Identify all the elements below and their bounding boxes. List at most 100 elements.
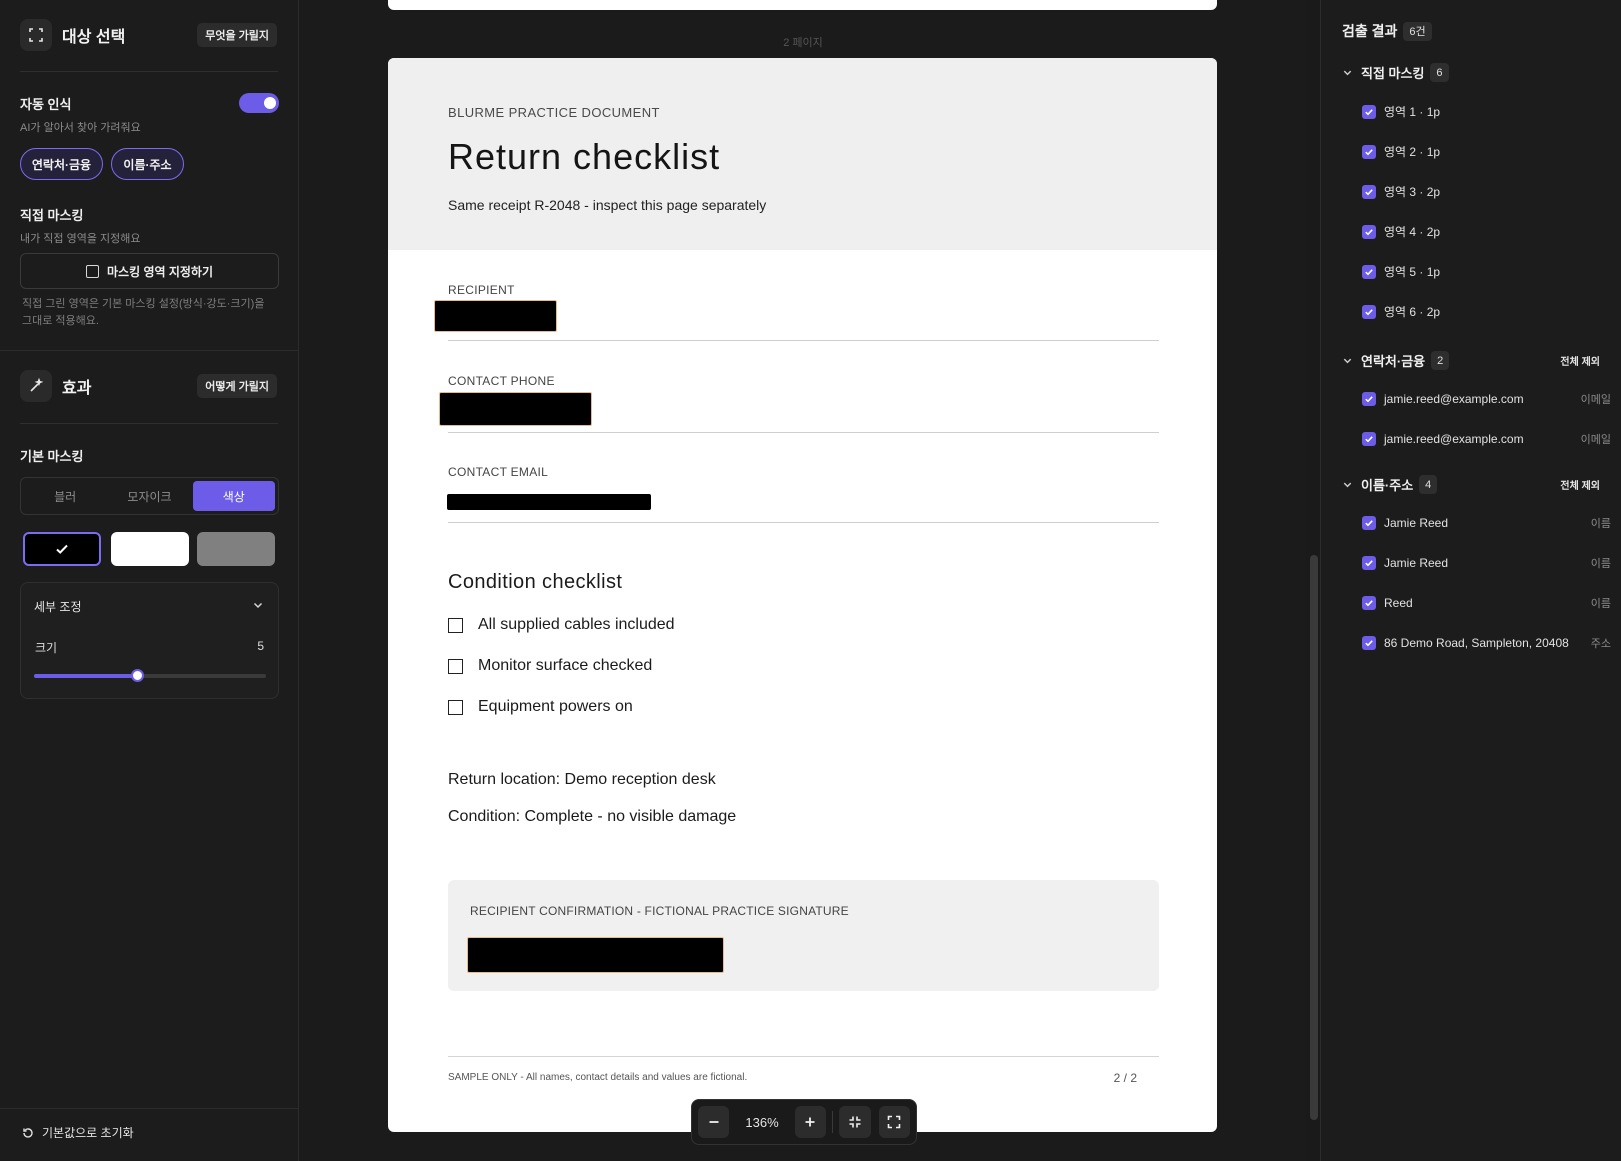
basic-masking-label: 기본 마스킹 <box>20 449 84 464</box>
zoom-in-button[interactable] <box>794 1106 827 1138</box>
checkbox-checked-icon[interactable] <box>1362 636 1376 650</box>
masking-mode-selector: 블러 모자이크 색상 <box>20 477 279 515</box>
chevron-down-icon <box>1343 482 1352 488</box>
group-title: 이름·주소 <box>1361 478 1414 493</box>
checkbox-checked-icon[interactable] <box>1362 224 1376 239</box>
contact-phone-label: CONTACT PHONE <box>448 374 555 388</box>
group-title: 직접 마스킹 <box>1361 66 1425 81</box>
chevron-down-icon <box>1343 70 1352 76</box>
result-item-type: 이름 <box>1590 598 1611 610</box>
set-mask-area-button[interactable]: 마스킹 영역 지정하기 <box>20 253 279 289</box>
checkbox-checked-icon[interactable] <box>1362 264 1376 279</box>
checkbox-checked-icon[interactable] <box>1362 392 1376 406</box>
color-swatch-white[interactable] <box>111 532 189 566</box>
mode-mosaic-tab[interactable]: 모자이크 <box>108 481 190 511</box>
checkbox-icon <box>448 658 463 674</box>
result-item[interactable]: 86 Demo Road, Sampleton, 20408 주소 <box>1362 635 1611 651</box>
signature-caption: RECIPIENT CONFIRMATION - FICTIONAL PRACT… <box>470 904 849 918</box>
group-contact-finance[interactable]: 연락처·금융 2 <box>1342 351 1450 370</box>
result-item[interactable]: Jamie Reed 이름 <box>1362 515 1611 531</box>
checkbox-checked-icon[interactable] <box>1362 304 1376 319</box>
result-item-text: 86 Demo Road, Sampleton, 20408 <box>1384 636 1569 650</box>
redaction-box-phone[interactable] <box>439 392 592 426</box>
target-section-title: 대상 선택 <box>62 29 126 46</box>
checkbox-checked-icon[interactable] <box>1362 596 1376 610</box>
viewer-scrollbar[interactable] <box>1310 555 1318 1120</box>
result-item[interactable]: 영역 4 · 2p <box>1362 223 1611 240</box>
reset-icon <box>23 1127 33 1138</box>
checkbox-checked-icon[interactable] <box>1362 556 1376 570</box>
effect-section-header: 효과 <box>20 370 91 402</box>
checkbox-checked-icon[interactable] <box>1362 432 1376 446</box>
collapse-icon <box>849 1116 861 1128</box>
size-value: 5 <box>257 639 264 653</box>
result-item[interactable]: 영역 2 · 1p <box>1362 143 1611 160</box>
zoom-out-button[interactable] <box>698 1106 730 1138</box>
result-item-type: 이메일 <box>1580 394 1611 406</box>
checklist-item: All supplied cables included <box>448 616 675 634</box>
group-manual-masking[interactable]: 직접 마스킹 6 <box>1342 63 1449 82</box>
size-label: 크기 <box>35 641 58 655</box>
document-page: BLURME PRACTICE DOCUMENT Return checklis… <box>388 58 1217 1132</box>
group-name-address[interactable]: 이름·주소 4 <box>1342 475 1438 494</box>
result-item-type: 이름 <box>1590 518 1611 530</box>
page-number-label: 2 페이지 <box>783 37 823 49</box>
pill-contact-finance[interactable]: 연락처·금융 <box>20 148 103 180</box>
fit-page-button[interactable] <box>839 1106 871 1138</box>
auto-detect-toggle[interactable] <box>239 93 279 113</box>
minus-icon <box>709 1121 719 1123</box>
chevron-down-icon[interactable] <box>252 598 264 616</box>
size-slider-handle[interactable] <box>131 669 145 682</box>
field-line <box>448 522 1159 523</box>
fullscreen-button[interactable] <box>878 1106 911 1138</box>
divider <box>20 71 278 72</box>
checkbox-checked-icon[interactable] <box>1362 184 1376 199</box>
results-title: 검출 결과 <box>1342 23 1398 39</box>
result-item-type: 주소 <box>1590 638 1611 650</box>
checklist-item-text: Equipment powers on <box>478 698 633 715</box>
color-swatch-gray[interactable] <box>197 532 275 566</box>
signature-box: RECIPIENT CONFIRMATION - FICTIONAL PRACT… <box>448 880 1159 991</box>
set-mask-area-label: 마스킹 영역 지정하기 <box>106 264 214 279</box>
checkbox-checked-icon[interactable] <box>1362 104 1376 119</box>
result-item[interactable]: jamie.reed@example.com 이메일 <box>1362 391 1611 407</box>
result-item[interactable]: 영역 3 · 2p <box>1362 183 1611 200</box>
checkbox-checked-icon[interactable] <box>1362 516 1376 530</box>
document-header: BLURME PRACTICE DOCUMENT Return checklis… <box>388 58 1217 250</box>
result-item-text: 영역 6 · 2p <box>1384 305 1441 319</box>
redaction-box-signature[interactable] <box>467 937 724 973</box>
result-item[interactable]: Reed 이름 <box>1362 595 1611 611</box>
result-item[interactable]: Jamie Reed 이름 <box>1362 555 1611 571</box>
color-swatch-black[interactable] <box>23 532 101 566</box>
result-item[interactable]: 영역 5 · 1p <box>1362 263 1611 280</box>
result-item[interactable]: 영역 6 · 2p <box>1362 303 1611 320</box>
pill-name-address[interactable]: 이름·주소 <box>111 148 184 180</box>
redaction-box-email[interactable] <box>447 494 651 510</box>
size-slider[interactable] <box>34 669 266 682</box>
result-item[interactable]: 영역 1 · 1p <box>1362 103 1611 120</box>
redaction-box-recipient[interactable] <box>434 300 557 332</box>
reset-defaults-label: 기본값으로 초기화 <box>42 1126 134 1140</box>
checklist-item: Monitor surface checked <box>448 657 652 675</box>
settings-panel: 대상 선택 무엇을 가릴지 자동 인식 AI가 알아서 찾아 가려줘요 연락처·… <box>0 0 299 1161</box>
result-item-text: Reed <box>1384 596 1413 610</box>
exclude-all-button[interactable]: 전체 제외 <box>1560 353 1600 368</box>
mode-blur-tab[interactable]: 블러 <box>24 481 106 511</box>
result-item-text: Jamie Reed <box>1384 516 1449 530</box>
results-count-badge: 6건 <box>1403 21 1432 41</box>
document-viewer: 2 페이지 BLURME PRACTICE DOCUMENT Return ch… <box>300 0 1306 1161</box>
result-item[interactable]: jamie.reed@example.com 이메일 <box>1362 431 1611 447</box>
divider <box>0 1108 299 1109</box>
result-item-text: 영역 1 · 1p <box>1384 105 1441 119</box>
mode-color-tab[interactable]: 색상 <box>192 481 275 511</box>
size-slider-fill <box>34 674 138 678</box>
reset-defaults-button[interactable]: 기본값으로 초기화 <box>21 1124 134 1141</box>
zoom-level: 136% <box>745 1114 779 1130</box>
document-title: Return checklist <box>448 136 721 177</box>
manual-masking-description: 내가 직접 영역을 지정해요 <box>20 233 141 245</box>
exclude-all-button[interactable]: 전체 제외 <box>1560 477 1600 492</box>
what-to-hide-help-button[interactable]: 무엇을 가릴지 <box>197 23 277 47</box>
checkbox-checked-icon[interactable] <box>1362 144 1376 159</box>
result-item-text: jamie.reed@example.com <box>1384 432 1524 446</box>
how-to-hide-help-button[interactable]: 어떻게 가릴지 <box>197 374 277 398</box>
